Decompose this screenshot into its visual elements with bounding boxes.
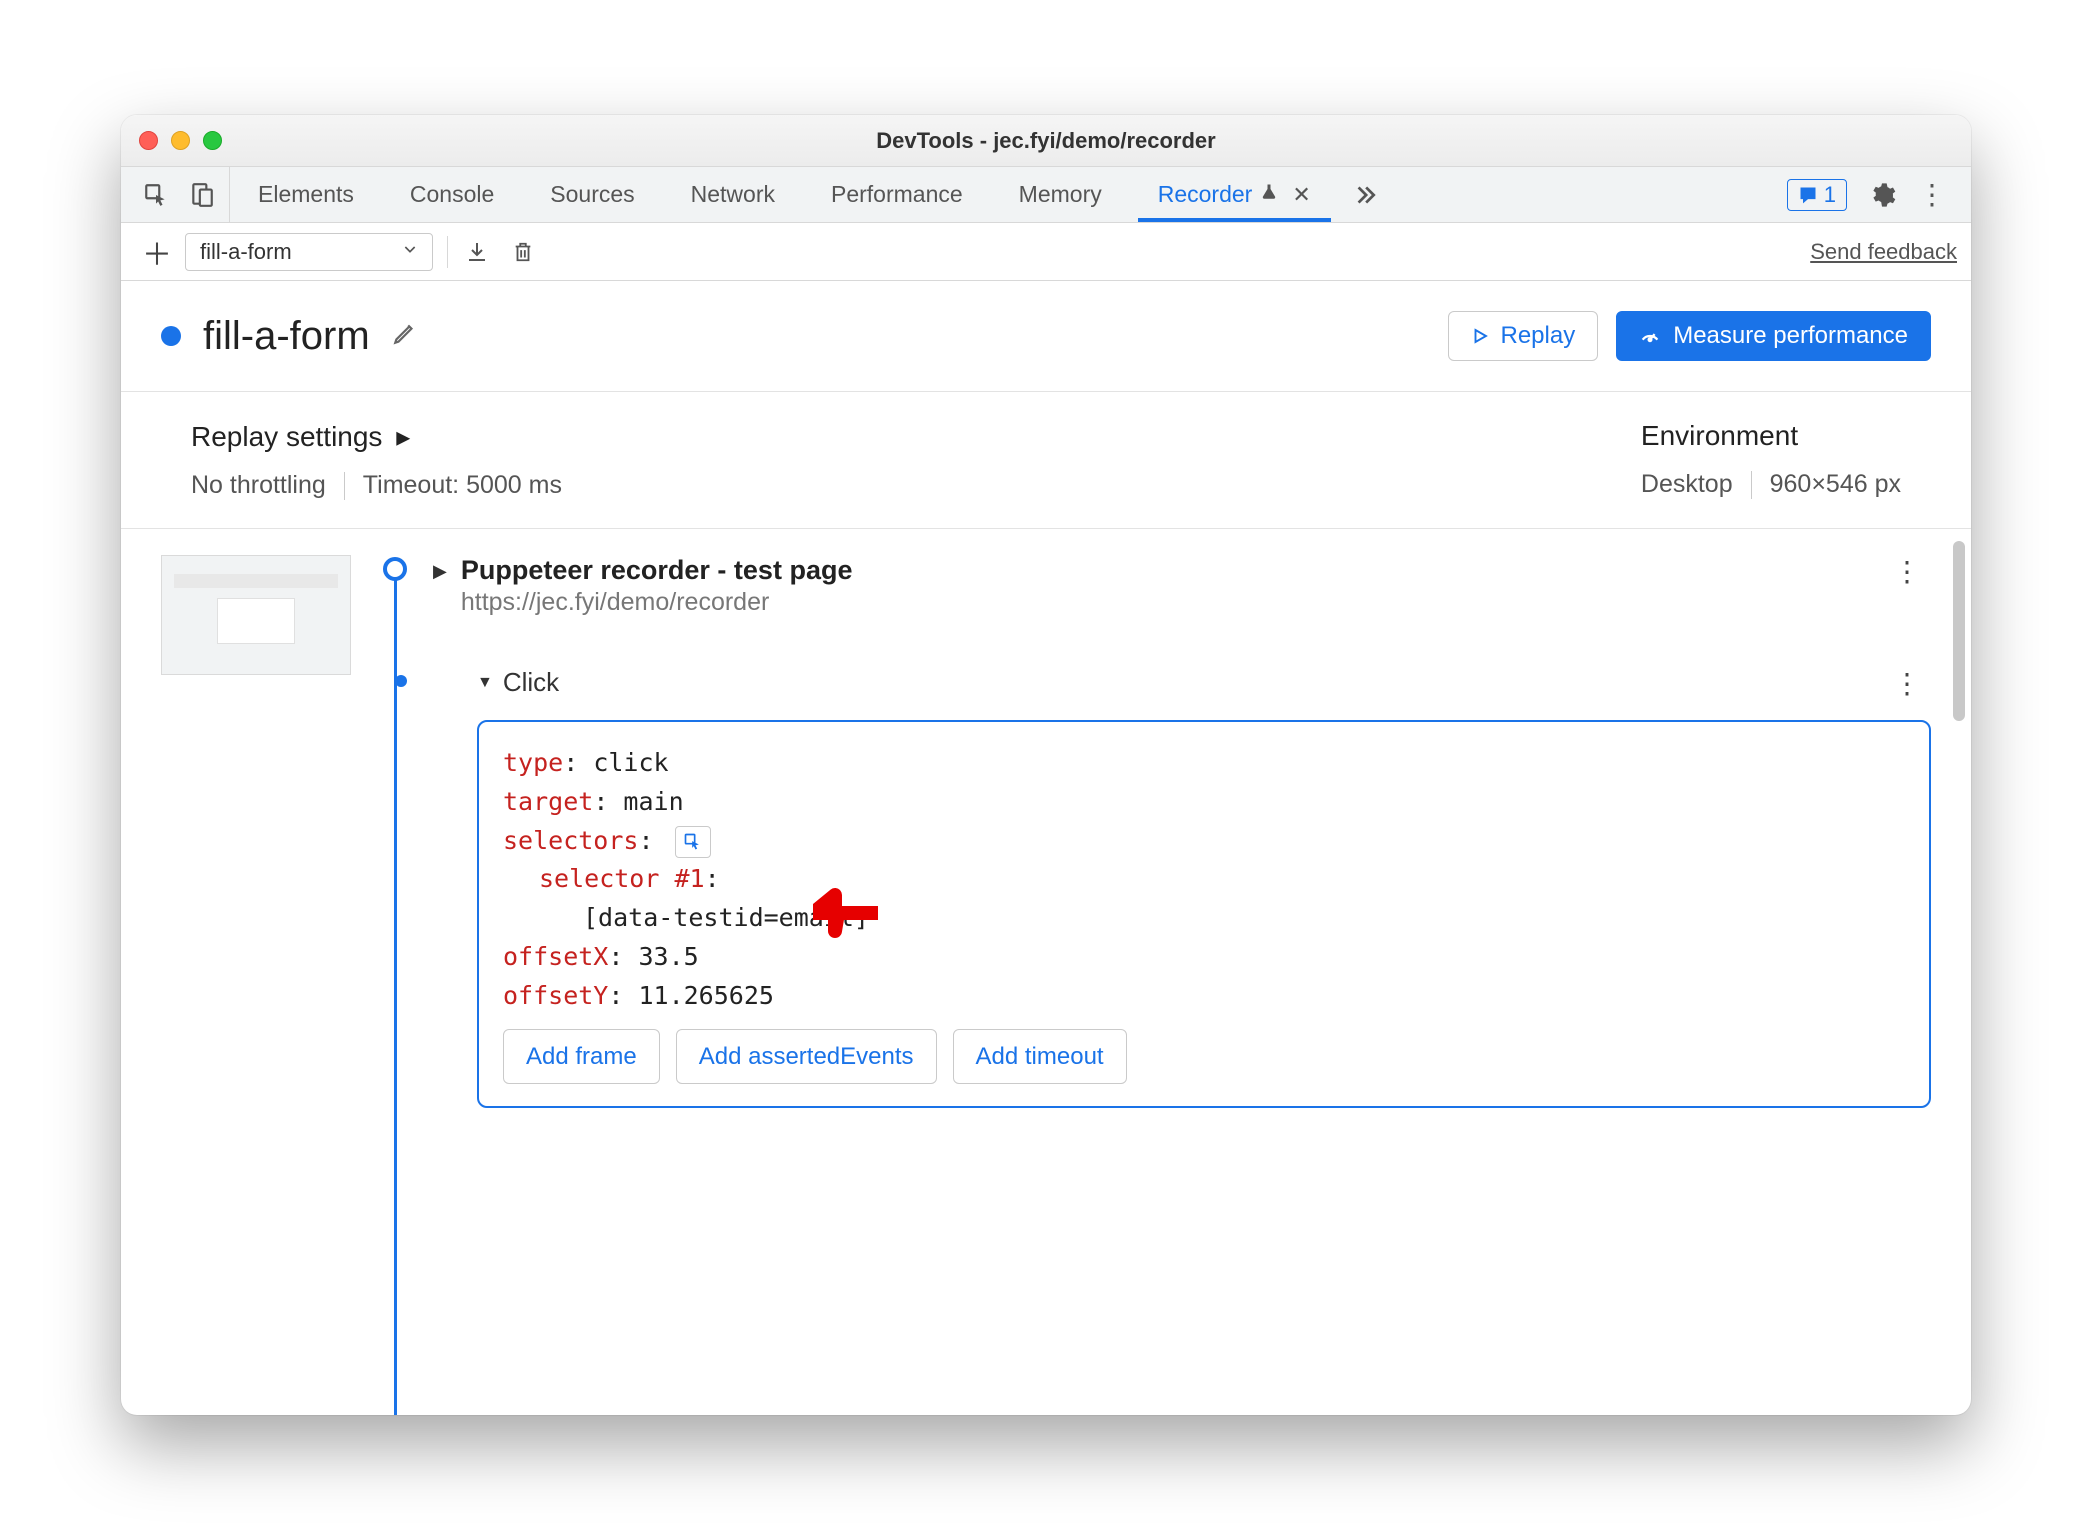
step-details-panel: type: click target: main selectors: sele… xyxy=(477,720,1931,1108)
divider xyxy=(344,472,345,500)
devtools-window: DevTools - jec.fyi/demo/recorder Element… xyxy=(121,115,1971,1415)
step-menu-button[interactable]: ⋮ xyxy=(1893,555,1921,588)
tab-sources[interactable]: Sources xyxy=(522,167,662,222)
page-thumbnail xyxy=(161,555,351,675)
prop-offsetx-key: offsetX xyxy=(503,942,608,971)
measure-performance-button[interactable]: Measure performance xyxy=(1616,311,1931,361)
settings-row: Replay settings ▸ No throttling Timeout:… xyxy=(121,392,1971,529)
edit-title-button[interactable] xyxy=(392,320,418,353)
right-toolbar: 1 ⋮ xyxy=(1771,167,1963,222)
more-tabs-button[interactable] xyxy=(1339,167,1389,222)
tab-recorder[interactable]: Recorder ✕ xyxy=(1130,167,1339,222)
panel-tabs: Elements Console Sources Network Perform… xyxy=(230,167,1771,222)
inspect-element-icon[interactable] xyxy=(141,180,171,210)
devtools-tabstrip: Elements Console Sources Network Perform… xyxy=(121,167,1971,223)
throttling-value: No throttling xyxy=(191,471,326,500)
settings-icon[interactable] xyxy=(1867,180,1897,210)
add-timeout-button[interactable]: Add timeout xyxy=(953,1029,1127,1084)
issues-count: 1 xyxy=(1824,182,1836,208)
recorder-toolbar: ＋ fill-a-form Send feedback xyxy=(121,223,1971,281)
add-asserted-events-button[interactable]: Add assertedEvents xyxy=(676,1029,937,1084)
step-click-header[interactable]: ▼ Click xyxy=(477,667,559,698)
prop-offsety-key: offsetY xyxy=(503,981,608,1010)
chevron-right-icon: ▸ xyxy=(396,421,410,452)
prop-selectors-key: selectors xyxy=(503,826,638,855)
new-recording-button[interactable]: ＋ xyxy=(135,230,179,274)
steps-timeline: ▶ Puppeteer recorder - test page https:/… xyxy=(383,555,1961,1415)
replay-button[interactable]: Replay xyxy=(1448,311,1599,361)
issues-badge[interactable]: 1 xyxy=(1787,179,1847,211)
export-icon[interactable] xyxy=(462,237,492,267)
recording-title: fill-a-form xyxy=(203,314,370,359)
chevron-down-icon xyxy=(402,241,418,262)
flow-select[interactable]: fill-a-form xyxy=(185,233,433,271)
tab-elements[interactable]: Elements xyxy=(230,167,382,222)
prop-type-val[interactable]: click xyxy=(593,748,668,777)
tab-network[interactable]: Network xyxy=(663,167,803,222)
inspect-tools xyxy=(129,167,230,222)
step-navigate: ▶ Puppeteer recorder - test page https:/… xyxy=(383,555,1931,1108)
divider xyxy=(1751,471,1752,499)
step-url: https://jec.fyi/demo/recorder xyxy=(461,588,853,617)
device-toggle-icon[interactable] xyxy=(187,180,217,210)
element-picker-button[interactable] xyxy=(675,826,711,858)
tab-memory[interactable]: Memory xyxy=(991,167,1130,222)
device-value: Desktop xyxy=(1641,470,1733,499)
recording-header: fill-a-form Replay Measure performance xyxy=(121,281,1971,392)
measure-label: Measure performance xyxy=(1673,322,1908,350)
dimensions-value: 960×546 px xyxy=(1770,470,1901,499)
window-title: DevTools - jec.fyi/demo/recorder xyxy=(121,128,1971,154)
scrollbar[interactable] xyxy=(1953,541,1965,1415)
add-frame-button[interactable]: Add frame xyxy=(503,1029,660,1084)
timeline-sub-node-icon xyxy=(395,675,407,687)
selector-index-label: selector #1 xyxy=(539,864,705,893)
scrollbar-thumb[interactable] xyxy=(1953,541,1965,721)
tab-performance[interactable]: Performance xyxy=(803,167,991,222)
prop-offsety-val[interactable]: 11.265625 xyxy=(638,981,773,1010)
prop-target-key: target xyxy=(503,787,593,816)
step-title: Puppeteer recorder - test page xyxy=(461,555,853,586)
prop-offsetx-val[interactable]: 33.5 xyxy=(638,942,698,971)
replay-settings-heading[interactable]: Replay settings ▸ xyxy=(191,420,562,453)
titlebar: DevTools - jec.fyi/demo/recorder xyxy=(121,115,1971,167)
environment-heading: Environment xyxy=(1641,420,1901,452)
flask-icon xyxy=(1260,182,1278,208)
annotation-arrow-icon xyxy=(813,883,883,955)
close-tab-button[interactable]: ✕ xyxy=(1292,182,1310,208)
send-feedback-link[interactable]: Send feedback xyxy=(1810,239,1957,265)
replay-label: Replay xyxy=(1501,322,1576,350)
recording-indicator-icon xyxy=(161,326,181,346)
expand-caret-icon[interactable]: ▶ xyxy=(433,561,447,582)
caret-down-icon: ▼ xyxy=(477,674,493,692)
step-menu-button[interactable]: ⋮ xyxy=(1893,667,1921,700)
delete-icon[interactable] xyxy=(508,237,538,267)
tab-console[interactable]: Console xyxy=(382,167,522,222)
timeline-area: ▶ Puppeteer recorder - test page https:/… xyxy=(121,529,1971,1415)
step-click: ▼ Click ⋮ type: click target: main selec… xyxy=(433,667,1931,1108)
flow-name: fill-a-form xyxy=(200,239,292,265)
step-click-label: Click xyxy=(503,667,559,698)
timeline-node-icon xyxy=(383,557,407,581)
prop-target-val[interactable]: main xyxy=(623,787,683,816)
timeout-value: Timeout: 5000 ms xyxy=(363,471,562,500)
prop-type-key: type xyxy=(503,748,563,777)
more-menu-icon[interactable]: ⋮ xyxy=(1917,180,1947,210)
divider xyxy=(447,236,448,268)
tab-recorder-label: Recorder xyxy=(1158,181,1253,208)
